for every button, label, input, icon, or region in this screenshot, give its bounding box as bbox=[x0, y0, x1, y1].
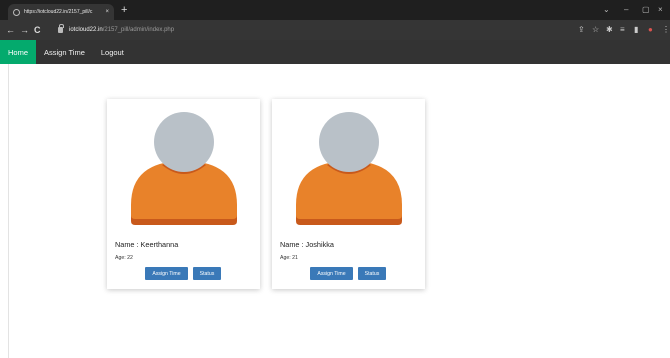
page-left-border bbox=[8, 64, 9, 358]
profile-icon[interactable]: ● bbox=[648, 25, 653, 35]
assign-time-button[interactable]: Assign Time bbox=[310, 267, 353, 280]
back-button[interactable]: ← bbox=[6, 24, 15, 36]
browser-tab-strip: https://iotcloud22.in/2157_pill/c × + ⌄ … bbox=[0, 0, 670, 20]
user-avatar-icon bbox=[131, 112, 237, 225]
assign-time-button[interactable]: Assign Time bbox=[145, 267, 188, 280]
person-card: Name : Joshikka Age: 21 Assign Time Stat… bbox=[272, 99, 425, 289]
reading-list-icon[interactable]: ≡ bbox=[620, 25, 625, 35]
nav-assign-time-link[interactable]: Assign Time bbox=[36, 40, 93, 64]
status-button[interactable]: Status bbox=[193, 267, 221, 280]
url-host: iotcloud22.in bbox=[69, 27, 103, 33]
url-path: /2157_pill/admin/index.php bbox=[102, 27, 175, 33]
nav-logout-link[interactable]: Logout bbox=[93, 40, 132, 64]
new-tab-button[interactable]: + bbox=[121, 3, 127, 17]
address-bar[interactable]: iotcloud22.in /2157_pill/admin/index.php bbox=[56, 23, 566, 37]
person-age: Age: 22 bbox=[115, 255, 133, 261]
person-card: Name : Keerthanna Age: 22 Assign Time St… bbox=[107, 99, 260, 289]
nav-home-link[interactable]: Home bbox=[0, 40, 37, 64]
sidebar-icon[interactable]: ▮ bbox=[634, 25, 638, 35]
share-icon[interactable]: ⇪ bbox=[578, 25, 585, 35]
close-window-button[interactable]: × bbox=[658, 5, 663, 15]
menu-icon[interactable]: ⋮ bbox=[662, 25, 670, 35]
person-name: Name : Joshikka bbox=[280, 240, 334, 249]
person-name: Name : Keerthanna bbox=[115, 240, 179, 249]
reload-button[interactable]: C bbox=[34, 24, 41, 36]
browser-toolbar: ← → C iotcloud22.in /2157_pill/admin/ind… bbox=[0, 20, 670, 40]
star-icon[interactable]: ☆ bbox=[592, 25, 599, 35]
person-age: Age: 21 bbox=[280, 255, 298, 261]
site-favicon-icon bbox=[13, 8, 20, 16]
minimize-button[interactable]: – bbox=[624, 5, 628, 15]
forward-button[interactable]: → bbox=[20, 24, 29, 36]
tab-close-icon[interactable]: × bbox=[105, 9, 109, 15]
user-avatar-icon bbox=[296, 112, 402, 225]
tab-search-chevron-icon[interactable]: ⌄ bbox=[603, 5, 610, 15]
lock-icon bbox=[58, 24, 64, 33]
tab-title: https://iotcloud22.in/2157_pill/c bbox=[24, 9, 93, 15]
status-button[interactable]: Status bbox=[358, 267, 386, 280]
maximize-button[interactable]: ▢ bbox=[642, 5, 650, 15]
app-navbar: Home Assign Time Logout bbox=[0, 40, 670, 64]
browser-tab[interactable]: https://iotcloud22.in/2157_pill/c × bbox=[8, 4, 114, 20]
extension-icon[interactable]: ✱ bbox=[606, 25, 613, 35]
